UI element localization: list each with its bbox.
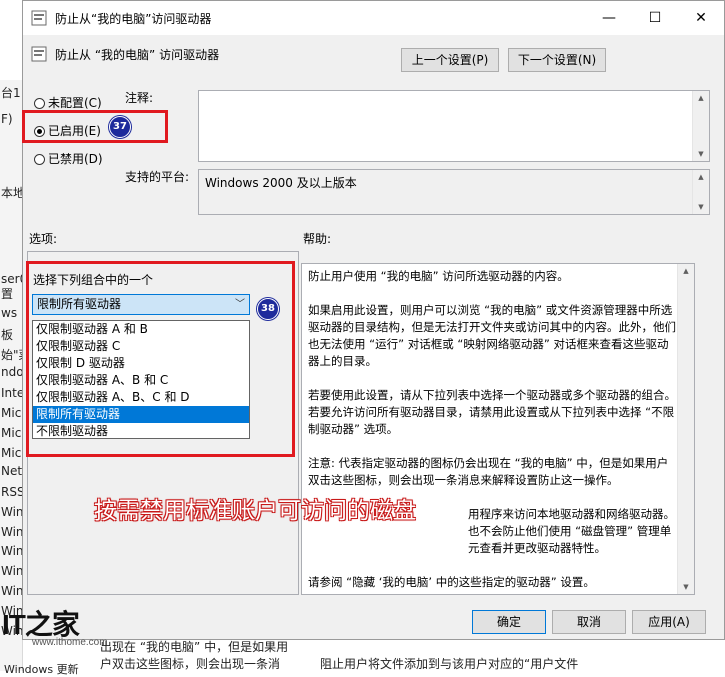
platform-value: Windows 2000 及以上版本: [205, 176, 357, 190]
ok-button[interactable]: 确定: [472, 610, 546, 634]
bg-item: Win: [1, 544, 24, 558]
bg-item: Win: [1, 584, 24, 598]
scroll-down-icon[interactable]: ▼: [678, 583, 694, 591]
help-scrollbar[interactable]: ▲ ▼: [677, 264, 694, 594]
bg-item: Mic: [1, 446, 22, 460]
scroll-up-icon[interactable]: ▲: [693, 94, 709, 102]
help-paragraph: 请参阅 “隐藏 ‘我的电脑’ 中的这些指定的驱动器” 设置。: [308, 575, 595, 589]
radio-label: 未配置(C): [48, 96, 102, 110]
scroll-up-icon[interactable]: ▲: [678, 267, 694, 275]
radio-label: 已禁用(D): [48, 152, 103, 166]
bg-item: F): [1, 112, 13, 126]
title-bar[interactable]: 防止从“我的电脑”访问驱动器 — ☐ ✕: [23, 1, 724, 35]
cancel-button[interactable]: 取消: [552, 610, 626, 634]
watermark-url: www.ithome.com: [32, 637, 108, 648]
bg-item: Inte: [1, 386, 25, 400]
scroll-down-icon[interactable]: ▼: [693, 150, 709, 158]
setting-title: 防止从 “我的电脑” 访问驱动器: [55, 48, 220, 62]
bg-item: Win: [1, 525, 24, 539]
annotation-caption: 按需禁用标准账户可访问的磁盘: [94, 498, 416, 524]
comment-label: 注释:: [125, 91, 154, 105]
help-paragraph: 注意: 代表指定驱动器的图标仍会出现在 “我的电脑” 中，但是如果用户双击这些图…: [308, 456, 669, 487]
help-panel: 防止用户使用 “我的电脑” 访问所选驱动器的内容。 如果启用此设置，则用户可以浏…: [301, 263, 695, 595]
bg-item: Mic: [1, 406, 22, 420]
comment-scrollbar[interactable]: ▲ ▼: [692, 91, 709, 161]
platform-scrollbar[interactable]: ▲ ▼: [692, 170, 709, 214]
comment-textarea[interactable]: ▲ ▼: [198, 90, 710, 162]
help-paragraph: 防止用户使用 “我的电脑” 访问所选驱动器的内容。: [308, 269, 569, 283]
radio-circle[interactable]: [34, 154, 45, 165]
help-text: 防止用户使用 “我的电脑” 访问所选驱动器的内容。 如果启用此设置，则用户可以浏…: [308, 268, 676, 608]
previous-setting-button[interactable]: 上一个设置(P): [401, 48, 499, 72]
bg-item: Net: [1, 464, 23, 478]
scroll-down-icon[interactable]: ▼: [693, 203, 709, 211]
annotation-box-enabled: [22, 110, 168, 143]
radio-not-configured[interactable]: 未配置(C): [34, 94, 102, 110]
platform-field: Windows 2000 及以上版本 ▲ ▼: [198, 169, 710, 215]
platform-label: 支持的平台:: [125, 170, 190, 184]
watermark: IT之家 www.ithome.com: [2, 603, 108, 653]
close-button[interactable]: ✕: [678, 1, 724, 35]
radio-disabled[interactable]: 已禁用(D): [34, 150, 103, 166]
bg-text: 阻止用户将文件添加到与该用户对应的“用户文件: [320, 657, 579, 671]
policy-icon: [31, 10, 47, 26]
dialog-title: 防止从“我的电脑”访问驱动器: [55, 12, 212, 26]
options-label: 选项:: [29, 232, 58, 246]
apply-button[interactable]: 应用(A): [632, 610, 706, 634]
help-paragraph: 如果启用此设置，则用户可以浏览 “我的电脑” 或文件资源管理器中所选驱动器的目录…: [308, 303, 676, 368]
bg-item: ws i: [1, 306, 25, 320]
bg-item: 置: [1, 287, 14, 301]
bg-item: Mic: [1, 426, 22, 440]
minimize-button[interactable]: —: [586, 1, 632, 35]
bg-item: 板: [1, 328, 14, 342]
bg-item: Win: [1, 505, 24, 519]
bg-item: Win: [1, 564, 24, 578]
radio-circle[interactable]: [34, 98, 45, 109]
help-label: 帮助:: [303, 232, 332, 246]
annotation-badge: 38: [257, 298, 279, 320]
annotation-box-options: [26, 261, 295, 457]
bg-item: 台1: [1, 86, 21, 100]
bg-text: 户双击这些图标，则会出现一条消: [100, 657, 281, 671]
next-setting-button[interactable]: 下一个设置(N): [508, 48, 606, 72]
annotation-badge: 37: [109, 116, 131, 138]
maximize-button[interactable]: ☐: [632, 1, 678, 35]
scroll-up-icon[interactable]: ▲: [693, 173, 709, 181]
help-paragraph: 若要使用此设置，请从下拉列表中选择一个驱动器或多个驱动器的组合。若要允许访问所有…: [308, 388, 676, 436]
background-tree-pane: 台1 F) 本地 ser0 置 ws i 板 始"菜 ndov Inte Mic…: [0, 80, 31, 671]
setting-icon: [31, 46, 47, 62]
bg-text: Windows 更新: [4, 663, 79, 676]
bg-text: 出现在 “我的电脑” 中，但是如果用: [100, 640, 289, 654]
